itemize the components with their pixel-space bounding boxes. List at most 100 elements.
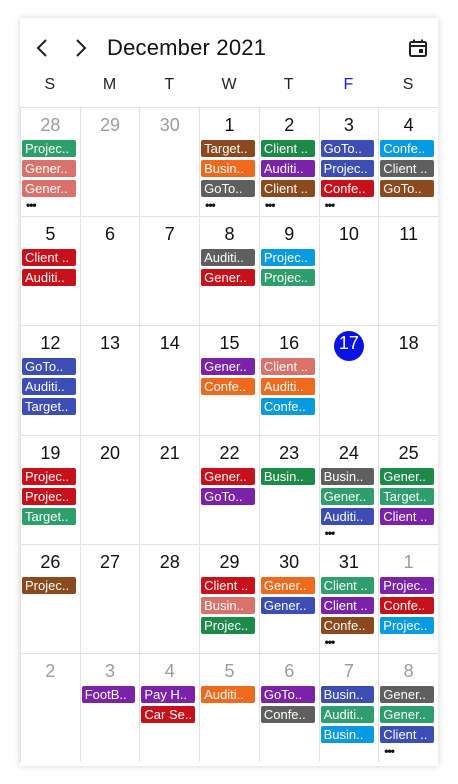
day-cell[interactable]: 5 Client .. Auditi..	[20, 216, 80, 326]
appointment[interactable]: Auditi..	[320, 507, 375, 525]
appointment[interactable]: Gener..	[260, 576, 315, 594]
day-cell[interactable]: 4 Confe.. Client .. GoTo..	[378, 107, 438, 217]
appointment[interactable]: Gener..	[380, 706, 434, 723]
appointment[interactable]: Auditi..	[22, 378, 76, 396]
appointment[interactable]: Projec..	[22, 487, 76, 505]
appointment[interactable]: GoTo..	[201, 180, 255, 197]
appointment[interactable]: Gener..	[201, 358, 255, 376]
day-cell[interactable]: 1 Target.. Busin.. GoTo.. •••	[199, 107, 259, 217]
appointment[interactable]: Busin..	[201, 596, 255, 614]
appointment[interactable]: Projec..	[22, 467, 76, 485]
appointment[interactable]: GoTo..	[320, 140, 375, 157]
appointment[interactable]: FootB..	[81, 686, 136, 703]
appointment[interactable]: Target..	[22, 398, 76, 416]
appointment[interactable]: Target..	[201, 140, 255, 157]
more-appointments-indicator[interactable]: •••	[325, 527, 336, 539]
day-cell[interactable]: 16 Client .. Auditi.. Confe..	[258, 325, 319, 435]
day-cell[interactable]: 30	[139, 107, 200, 217]
day-cell[interactable]: 21	[139, 434, 200, 544]
day-cell[interactable]: 23 Busin..	[258, 434, 319, 544]
day-cell[interactable]: 7	[139, 216, 200, 326]
appointment[interactable]: Confe..	[260, 398, 315, 416]
appointment[interactable]: GoTo..	[260, 686, 315, 703]
appointment[interactable]: Client ..	[380, 726, 434, 743]
appointment[interactable]: Gener..	[22, 160, 76, 177]
day-cell[interactable]: 6 GoTo.. Confe..	[258, 653, 319, 763]
appointment[interactable]: Confe..	[260, 706, 315, 723]
day-cell[interactable]: 29 Client .. Busin.. Projec..	[199, 543, 259, 653]
day-cell[interactable]: 17	[318, 325, 379, 435]
day-cell[interactable]: 3 GoTo.. Projec.. Confe.. •••	[318, 107, 379, 217]
appointment[interactable]: Client ..	[320, 596, 375, 614]
appointment[interactable]: Pay H..	[141, 686, 196, 703]
appointment[interactable]: Busin..	[320, 726, 375, 743]
appointment[interactable]: Client ..	[22, 249, 76, 267]
appointment[interactable]: Client ..	[260, 358, 315, 376]
day-cell[interactable]: 18	[378, 325, 438, 435]
day-cell[interactable]: 22 Gener.. GoTo..	[199, 434, 259, 544]
appointment[interactable]: Gener..	[380, 467, 434, 485]
day-cell[interactable]: 26 Projec..	[20, 543, 80, 653]
appointment[interactable]: Busin..	[260, 467, 315, 485]
appointment[interactable]: Projec..	[260, 249, 315, 267]
day-cell[interactable]: 10	[318, 216, 379, 326]
more-appointments-indicator[interactable]: •••	[325, 199, 336, 211]
appointment[interactable]: Auditi..	[260, 378, 315, 396]
day-cell[interactable]: 20	[79, 434, 140, 544]
appointment[interactable]: Gener..	[260, 596, 315, 614]
day-cell[interactable]: 31 Client .. Client .. Confe.. •••	[318, 543, 379, 653]
appointment[interactable]: Client ..	[260, 140, 315, 157]
day-cell[interactable]: 4 Pay H.. Car Se..	[139, 653, 200, 763]
appointment[interactable]: Auditi..	[320, 706, 375, 723]
day-cell[interactable]: 8 Gener.. Gener.. Client .. •••	[378, 653, 438, 763]
appointment[interactable]: Projec..	[22, 140, 76, 157]
day-cell[interactable]: 19 Projec.. Projec.. Target..	[20, 434, 80, 544]
previous-month-button[interactable]	[31, 36, 53, 60]
day-cell[interactable]: 13	[79, 325, 140, 435]
appointment[interactable]: Auditi..	[201, 249, 255, 267]
appointment[interactable]: GoTo..	[201, 487, 255, 505]
appointment[interactable]: Auditi..	[22, 269, 76, 287]
day-cell[interactable]: 9 Projec.. Projec..	[258, 216, 319, 326]
day-cell[interactable]: 11	[378, 216, 438, 326]
appointment[interactable]: Projec..	[201, 616, 255, 634]
appointment[interactable]: Gener..	[22, 180, 76, 197]
next-month-button[interactable]	[70, 36, 92, 60]
appointment[interactable]: Gener..	[380, 686, 434, 703]
appointment[interactable]: Confe..	[320, 616, 375, 634]
day-cell[interactable]: 28 Projec.. Gener.. Gener.. •••	[20, 107, 80, 217]
appointment[interactable]: Client ..	[320, 576, 375, 594]
more-appointments-indicator[interactable]: •••	[325, 636, 336, 648]
day-cell[interactable]: 5 Auditi..	[199, 653, 259, 763]
day-cell[interactable]: 30 Gener.. Gener..	[258, 543, 319, 653]
day-cell[interactable]: 2 Client .. Auditi.. Client .. •••	[258, 107, 319, 217]
appointment[interactable]: GoTo..	[380, 180, 434, 197]
appointment[interactable]: Busin..	[320, 686, 375, 703]
appointment[interactable]: Car Se..	[141, 706, 196, 723]
more-appointments-indicator[interactable]: •••	[205, 199, 216, 211]
calendar-icon[interactable]	[408, 38, 428, 58]
appointment[interactable]: Auditi..	[260, 160, 315, 177]
day-cell[interactable]: 6	[79, 216, 140, 326]
day-cell[interactable]: 24 Busin.. Gener.. Auditi.. •••	[318, 434, 379, 544]
appointment[interactable]: Projec..	[380, 616, 434, 634]
day-cell[interactable]: 7 Busin.. Auditi.. Busin..	[318, 653, 379, 763]
day-cell[interactable]: 12 GoTo.. Auditi.. Target..	[20, 325, 80, 435]
appointment[interactable]: Confe..	[320, 180, 375, 197]
appointment[interactable]: Confe..	[380, 596, 434, 614]
appointment[interactable]: Projec..	[22, 576, 76, 594]
appointment[interactable]: Client ..	[380, 507, 434, 525]
day-cell[interactable]: 28	[139, 543, 200, 653]
appointment[interactable]: Target..	[22, 507, 76, 525]
day-cell[interactable]: 27	[79, 543, 140, 653]
appointment[interactable]: Gener..	[201, 467, 255, 485]
day-cell[interactable]: 8 Auditi.. Gener..	[199, 216, 259, 326]
month-title[interactable]: December 2021	[107, 35, 266, 61]
appointment[interactable]: Busin..	[201, 160, 255, 177]
appointment[interactable]: Projec..	[260, 269, 315, 287]
appointment[interactable]: Gener..	[320, 487, 375, 505]
more-appointments-indicator[interactable]: •••	[384, 745, 395, 757]
appointment[interactable]: GoTo..	[22, 358, 76, 376]
day-cell[interactable]: 29	[79, 107, 140, 217]
more-appointments-indicator[interactable]: •••	[265, 199, 276, 211]
